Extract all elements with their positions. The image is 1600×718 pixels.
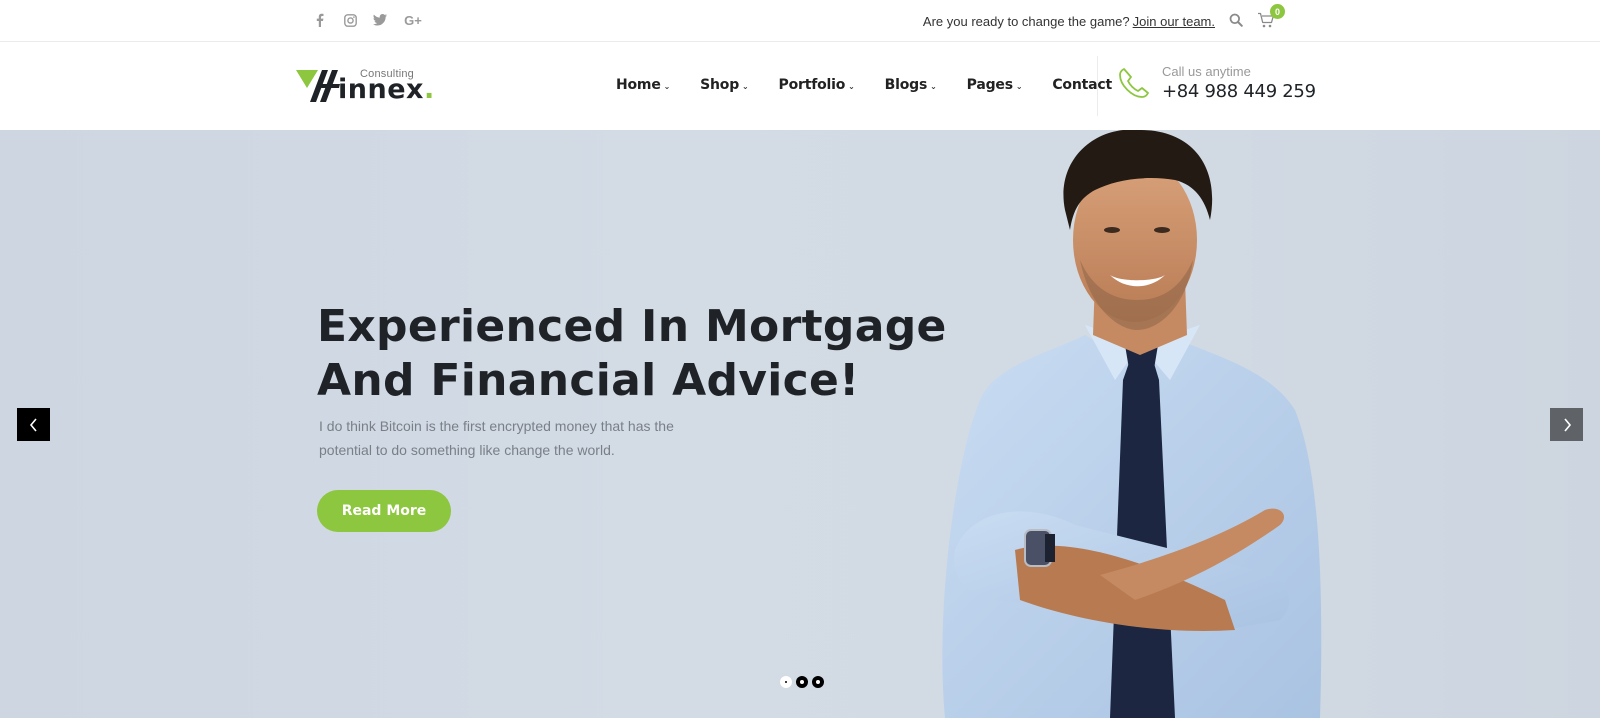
hero-description: I do think Bitcoin is the first encrypte…	[319, 418, 674, 458]
social-links: G+	[313, 12, 423, 28]
chevron-down-icon: ⌄	[930, 82, 937, 91]
top-bar: G+ Are you ready to change the game? Joi…	[0, 0, 1600, 42]
chevron-right-icon	[1563, 417, 1571, 432]
nav-item-blogs[interactable]: Blogs ⌄	[885, 77, 937, 93]
chevron-down-icon: ⌄	[848, 82, 855, 91]
hero-title-line-2: And Financial Advice!	[317, 355, 860, 406]
google-plus-icon[interactable]: G+	[403, 12, 423, 28]
chevron-down-icon: ⌄	[663, 82, 671, 91]
nav-label: Contact	[1052, 77, 1112, 93]
logo[interactable]: Consulting innex.	[296, 66, 434, 106]
nav-item-shop[interactable]: Shop ⌄	[700, 77, 749, 93]
nav-label: Shop	[700, 77, 740, 93]
nav-item-pages[interactable]: Pages ⌄	[967, 77, 1023, 93]
logo-wordmark: innex.	[338, 74, 435, 105]
nav-label: Home	[616, 77, 661, 93]
main-nav: Home ⌄ Shop ⌄ Portfolio ⌄ Blogs ⌄ Pages ⌄ Con…	[616, 77, 1142, 93]
twitter-icon[interactable]	[373, 12, 387, 28]
cart-count-badge: 0	[1270, 4, 1285, 19]
promo-message: Are you ready to change the game?	[922, 13, 1130, 29]
facebook-icon[interactable]	[313, 12, 327, 28]
nav-item-home[interactable]: Home ⌄	[616, 77, 670, 93]
phone-number: +84 988 449 259	[1162, 81, 1316, 102]
nav-label: Pages	[966, 77, 1013, 93]
read-more-button[interactable]: Read More	[317, 490, 451, 532]
slider-prev-button[interactable]	[17, 408, 50, 441]
slider-dot-1[interactable]	[780, 676, 792, 688]
header-divider	[1097, 56, 1098, 116]
nav-label: Portfolio	[778, 77, 846, 93]
slider-dot-2[interactable]	[796, 676, 808, 688]
call-info[interactable]: Call us anytime +84 988 449 259	[1116, 64, 1316, 102]
hero-title-line-1: Experienced In Mortgage	[317, 301, 947, 352]
hero-person-image	[942, 130, 1322, 718]
top-right-links: Are you ready to change the game? Join o…	[922, 4, 1285, 30]
nav-label: Blogs	[884, 77, 928, 93]
slider-pagination	[780, 676, 824, 688]
logo-dot: .	[423, 74, 435, 105]
call-text: Call us anytime +84 988 449 259	[1162, 64, 1316, 102]
slider-dot-3[interactable]	[812, 676, 824, 688]
instagram-icon[interactable]	[343, 12, 357, 28]
nav-item-contact[interactable]: Contact	[1052, 77, 1112, 93]
search-icon[interactable]	[1229, 13, 1245, 29]
hero-slider: Experienced In Mortgage And Financial Ad…	[0, 130, 1600, 718]
nav-item-portfolio[interactable]: Portfolio ⌄	[779, 77, 855, 93]
logo-word: innex	[338, 74, 424, 105]
hero-title: Experienced In Mortgage And Financial Ad…	[317, 300, 947, 408]
join-team-link[interactable]: Join our team.	[1133, 14, 1215, 29]
chevron-down-icon: ⌄	[1015, 82, 1023, 91]
main-header: Consulting innex. Home ⌄ Shop ⌄ Portfolio ⌄…	[0, 42, 1600, 130]
slider-next-button[interactable]	[1550, 408, 1583, 441]
chevron-down-icon: ⌄	[742, 82, 749, 91]
chevron-left-icon	[29, 417, 37, 432]
phone-icon	[1119, 68, 1149, 98]
call-label: Call us anytime	[1162, 64, 1251, 79]
cart-button[interactable]: 0	[1257, 4, 1285, 30]
